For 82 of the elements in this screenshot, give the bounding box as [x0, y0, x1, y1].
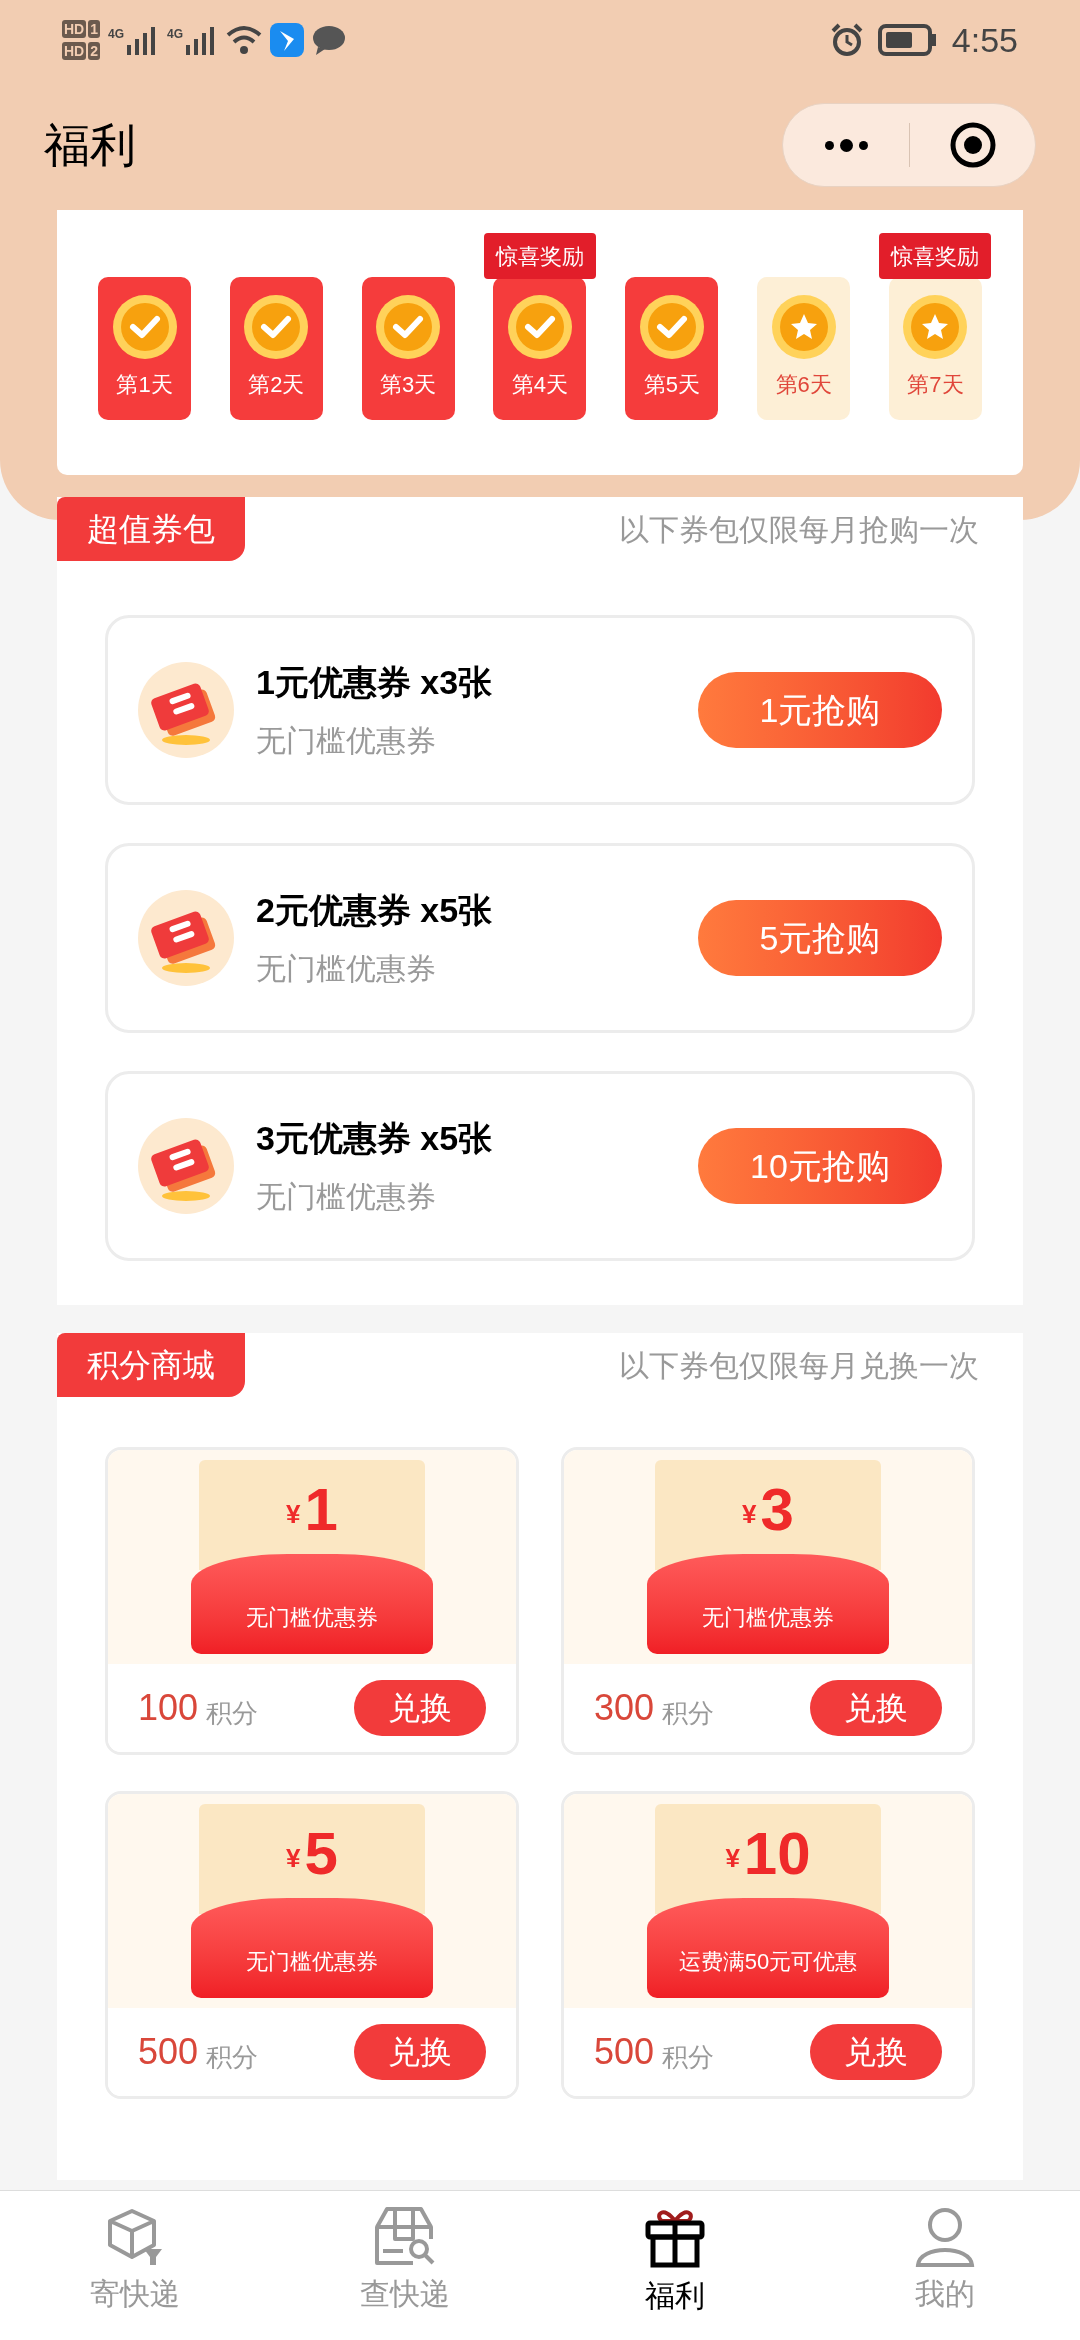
points-unit: 积分: [206, 1697, 259, 1730]
redeem-button[interactable]: 兑换: [354, 1680, 486, 1736]
voucher-amount: 10: [743, 1822, 811, 1886]
day-tile[interactable]: 第3天: [361, 277, 455, 420]
sim-slot: 2: [88, 42, 101, 60]
coupon-subtitle: 无门槛优惠券: [256, 1179, 437, 1215]
points-unit: 积分: [662, 2041, 715, 2074]
day-label: 第6天: [775, 371, 832, 399]
voucher-amount: 3: [760, 1478, 794, 1542]
ticket-icon: [138, 1118, 234, 1214]
reward-badge: 惊喜奖励: [879, 233, 992, 279]
star-coin-icon: [770, 294, 837, 360]
tab-label[interactable]: 福利: [645, 2273, 705, 2318]
tab-label[interactable]: 查快递: [360, 2271, 450, 2316]
coupon-title: 3元优惠券 x5张: [256, 1118, 494, 1159]
day-label: 第1天: [116, 371, 173, 399]
day-label: 第7天: [907, 371, 964, 399]
day-label: 第3天: [380, 371, 437, 399]
redeem-button[interactable]: 兑换: [810, 1680, 942, 1736]
points-value: 500: [138, 2030, 199, 2074]
voucher-amount: 5: [304, 1822, 338, 1886]
buy-button[interactable]: 5元抢购: [698, 900, 942, 976]
voucher-description: 无门槛优惠券: [246, 1948, 378, 1976]
redeem-button[interactable]: 兑换: [810, 2024, 942, 2080]
points-unit: 积分: [662, 1697, 715, 1730]
coupon-title: 1元优惠券 x3张: [256, 662, 494, 703]
buy-button[interactable]: 1元抢购: [698, 672, 942, 748]
day-tile[interactable]: 第2天: [229, 277, 323, 420]
buy-button[interactable]: 10元抢购: [698, 1128, 942, 1204]
voucher-description: 无门槛优惠券: [246, 1604, 378, 1632]
network-label: 4G: [167, 26, 184, 43]
package-search-icon[interactable]: [373, 2205, 437, 2267]
section-tag: 超值券包: [57, 497, 245, 561]
wifi-icon: [226, 25, 263, 55]
network-label: 4G: [108, 26, 125, 43]
person-icon[interactable]: [914, 2205, 976, 2267]
currency-sign: ¥: [286, 1842, 301, 1875]
tab-label[interactable]: 寄快递: [90, 2271, 180, 2316]
check-coin-icon: [638, 294, 705, 360]
section-tag: 积分商城: [57, 1333, 245, 1397]
sim-slot: 1: [88, 20, 101, 38]
currency-sign: ¥: [742, 1498, 757, 1531]
check-coin-icon: [111, 294, 178, 360]
day-label: 第4天: [511, 371, 569, 399]
day-tile[interactable]: 第5天: [625, 277, 719, 420]
check-coin-icon: [243, 294, 310, 360]
day-tile[interactable]: 第6天: [757, 277, 851, 420]
day-tile[interactable]: 第4天: [493, 277, 587, 420]
chat-bubble-icon: [312, 25, 347, 55]
voucher-amount: 1: [304, 1478, 338, 1542]
points-unit: 积分: [206, 2041, 259, 2074]
ticket-icon: [138, 890, 234, 986]
sim-label: HD: [62, 42, 87, 60]
section-note: 以下券包仅限每月兑换一次: [619, 1347, 979, 1384]
ticket-icon: [138, 662, 234, 758]
tab-label[interactable]: 我的: [915, 2271, 975, 2316]
app-icon: [270, 23, 305, 57]
star-coin-icon: [902, 294, 969, 360]
sim-label: HD: [62, 20, 87, 38]
day-label: 第2天: [248, 371, 305, 399]
reward-badge: 惊喜奖励: [484, 233, 596, 279]
check-coin-icon: [375, 294, 442, 360]
points-value: 300: [594, 1686, 655, 1730]
day-tile[interactable]: 第7天: [888, 277, 982, 420]
alarm-icon: [829, 23, 864, 57]
currency-sign: ¥: [286, 1498, 301, 1531]
battery-icon: [877, 24, 938, 56]
check-coin-icon: [507, 294, 573, 360]
voucher-description: 运费满50元可优惠: [678, 1948, 858, 1976]
voucher-description: 无门槛优惠券: [702, 1604, 834, 1632]
redeem-button[interactable]: 兑换: [354, 2024, 486, 2080]
points-value: 500: [594, 2030, 655, 2074]
currency-sign: ¥: [725, 1842, 740, 1875]
coupon-subtitle: 无门槛优惠券: [256, 723, 437, 759]
coupon-subtitle: 无门槛优惠券: [256, 951, 437, 987]
page-title: 福利: [44, 117, 136, 173]
section-note: 以下券包仅限每月抢购一次: [619, 511, 979, 548]
points-value: 100: [138, 1686, 199, 1730]
clock-time: 4:55: [951, 19, 1018, 61]
coupon-title: 2元优惠券 x5张: [256, 890, 494, 931]
day-tile[interactable]: 第1天: [98, 277, 191, 420]
day-label: 第5天: [643, 371, 700, 399]
